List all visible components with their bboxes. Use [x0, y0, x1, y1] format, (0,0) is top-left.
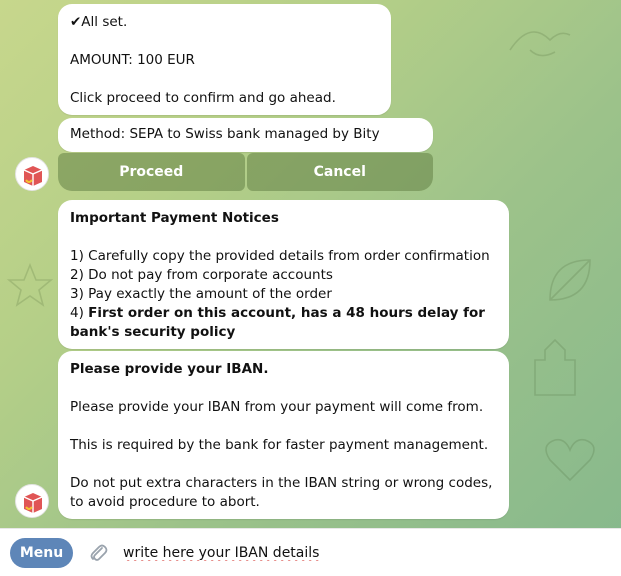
- bot-avatar-icon: [17, 486, 48, 517]
- notice-item-4-prefix: 4): [70, 305, 89, 321]
- all-set-text: ✔All set.: [70, 14, 128, 30]
- message-input[interactable]: [123, 537, 621, 568]
- chat-area: ✔All set. AMOUNT: 100 EUR Click proceed …: [0, 0, 621, 528]
- cancel-button[interactable]: Cancel: [246, 153, 433, 191]
- inline-keyboard: Proceed Cancel: [58, 153, 433, 191]
- doodle-bird-icon: [509, 31, 571, 57]
- iban-title: Please provide your IBAN.: [70, 361, 269, 377]
- doodle-star-icon: [6, 262, 54, 307]
- method-text: Method: SEPA to Swiss bank managed by Bi…: [70, 126, 380, 142]
- iban-line-2: This is required by the bank for faster …: [70, 437, 489, 453]
- iban-line-1: Please provide your IBAN from your payme…: [70, 399, 484, 415]
- message-confirmation: ✔All set. AMOUNT: 100 EUR Click proceed …: [58, 4, 391, 115]
- notice-item-3: 3) Pay exactly the amount of the order: [70, 286, 332, 302]
- iban-line-3: Do not put extra characters in the IBAN …: [70, 475, 497, 510]
- amount-text: AMOUNT: 100 EUR: [70, 52, 195, 68]
- notice-item-1: 1) Carefully copy the provided details f…: [70, 248, 490, 264]
- message-input-bar: Menu: [0, 528, 621, 576]
- bot-avatar[interactable]: [15, 157, 49, 191]
- doodle-castle-icon: [534, 338, 576, 396]
- menu-button[interactable]: Menu: [10, 537, 73, 568]
- doodle-heart-icon: [545, 438, 595, 482]
- paperclip-icon[interactable]: [87, 541, 109, 565]
- message-method: Method: SEPA to Swiss bank managed by Bi…: [58, 118, 433, 152]
- bot-avatar[interactable]: [15, 484, 49, 518]
- notice-item-2: 2) Do not pay from corporate accounts: [70, 267, 333, 283]
- message-payment-notices: Important Payment Notices 1) Carefully c…: [58, 200, 509, 349]
- bot-avatar-icon: [17, 159, 48, 190]
- message-iban-request: Please provide your IBAN. Please provide…: [58, 351, 509, 519]
- notices-title: Important Payment Notices: [70, 210, 279, 226]
- proceed-instruction-text: Click proceed to confirm and go ahead.: [70, 90, 336, 106]
- proceed-button[interactable]: Proceed: [58, 153, 245, 191]
- notice-item-4-bold: First order on this account, has a 48 ho…: [70, 305, 490, 340]
- doodle-leaf-icon: [549, 259, 591, 301]
